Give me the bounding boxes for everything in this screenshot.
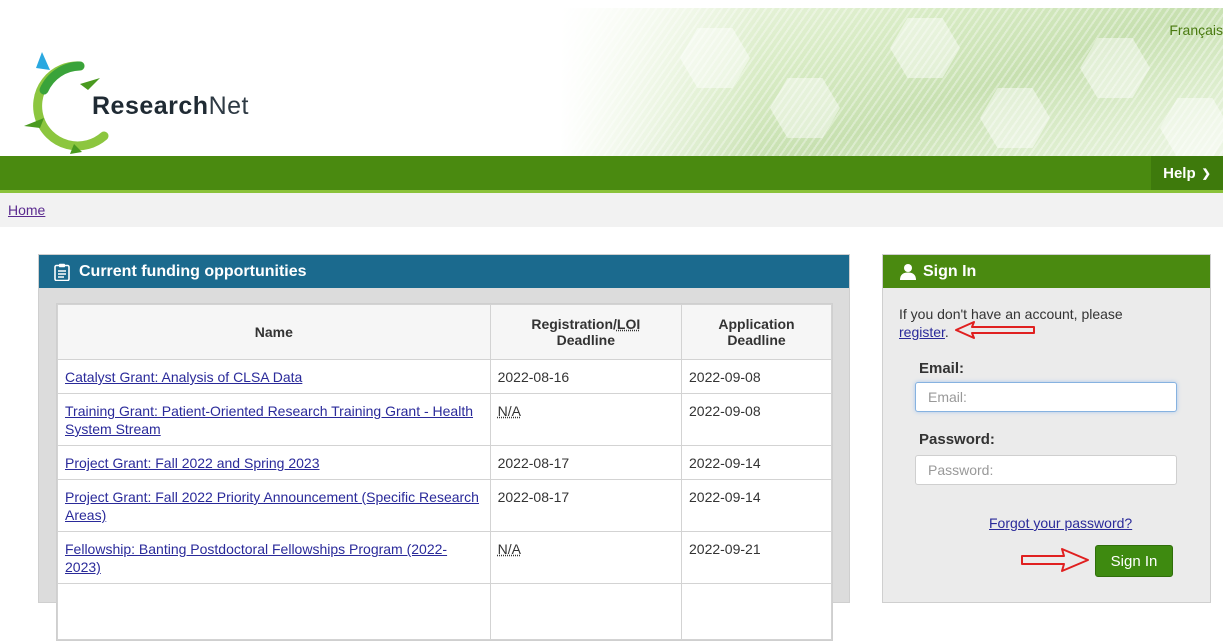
banner-hexagon — [680, 28, 750, 88]
cell-name: Project Grant: Fall 2022 and Spring 2023 — [57, 445, 491, 480]
cell-name: Fellowship: Banting Postdoctoral Fellows… — [57, 531, 491, 584]
table-row — [57, 583, 832, 640]
forgot-password-link[interactable]: Forgot your password? — [989, 515, 1132, 531]
annotation-arrow-left-icon — [955, 321, 1035, 339]
sign-in-panel-header: Sign In — [883, 255, 1210, 288]
column-header-name[interactable]: Name — [57, 304, 491, 360]
sign-in-button[interactable]: Sign In — [1095, 545, 1173, 577]
chevron-down-icon: ❯ — [1201, 167, 1211, 180]
opportunity-link[interactable]: Fellowship: Banting Postdoctoral Fellows… — [65, 541, 447, 575]
table-header-row: Name Registration/LOI Deadline Applicati… — [57, 304, 832, 360]
opportunity-link[interactable]: Project Grant: Fall 2022 and Spring 2023 — [65, 455, 320, 471]
table-row: Training Grant: Patient-Oriented Researc… — [57, 393, 832, 446]
table-row: Fellowship: Banting Postdoctoral Fellows… — [57, 531, 832, 584]
cell-name: Training Grant: Patient-Oriented Researc… — [57, 393, 491, 446]
table-row: Catalyst Grant: Analysis of CLSA Data 20… — [57, 359, 832, 394]
opportunity-link[interactable]: Training Grant: Patient-Oriented Researc… — [65, 403, 473, 437]
cell-registration-deadline: 2022-08-17 — [489, 479, 683, 532]
opportunity-link[interactable]: Catalyst Grant: Analysis of CLSA Data — [65, 369, 302, 385]
logo-word-net: Net — [208, 92, 249, 120]
table-row: Project Grant: Fall 2022 and Spring 2023… — [57, 445, 832, 480]
sign-in-panel-title: Sign In — [923, 262, 977, 280]
email-label: Email: — [919, 360, 965, 377]
cell-registration-deadline: 2022-08-17 — [489, 445, 683, 480]
logo-word-research: Research — [92, 92, 209, 120]
table-row: Project Grant: Fall 2022 Priority Announ… — [57, 479, 832, 532]
cell-registration-deadline: 2022-08-16 — [489, 359, 683, 394]
logo-wordmark: ResearchNet — [92, 92, 249, 121]
cell-name: Catalyst Grant: Analysis of CLSA Data — [57, 359, 491, 394]
funding-table: Name Registration/LOI Deadline Applicati… — [57, 304, 832, 640]
cell-name: Project Grant: Fall 2022 Priority Announ… — [57, 479, 491, 532]
cell-registration-deadline: N/A — [489, 393, 683, 446]
cell-application-deadline: 2022-09-08 — [681, 359, 832, 394]
site-header: Français ResearchNet — [0, 8, 1223, 156]
cell-application-deadline: 2022-09-21 — [681, 531, 832, 584]
cell-application-deadline: 2022-09-14 — [681, 479, 832, 532]
breadcrumb-home-link[interactable]: Home — [8, 202, 45, 218]
language-toggle-link[interactable]: Français — [1169, 22, 1223, 38]
cell-registration-deadline — [489, 583, 683, 640]
cell-application-deadline — [681, 583, 832, 640]
banner-hexagon — [980, 88, 1050, 148]
annotation-arrow-right-icon — [1021, 548, 1089, 572]
banner-hexagon — [1080, 38, 1150, 98]
user-icon — [900, 263, 916, 280]
register-link[interactable]: register — [899, 324, 945, 340]
column-header-registration-deadline[interactable]: Registration/LOI Deadline — [489, 304, 683, 360]
column-header-application-deadline[interactable]: Application Deadline — [681, 304, 832, 360]
breadcrumb: Home — [0, 193, 1223, 227]
password-label: Password: — [919, 431, 995, 448]
funding-panel-title: Current funding opportunities — [79, 262, 307, 280]
register-prompt: If you don't have an account, please reg… — [899, 306, 1123, 340]
banner-hexagon — [1160, 98, 1223, 156]
funding-panel-header: Current funding opportunities — [39, 255, 849, 288]
opportunity-link[interactable]: Project Grant: Fall 2022 Priority Announ… — [65, 489, 479, 523]
cell-registration-deadline: N/A — [489, 531, 683, 584]
cell-name — [57, 583, 491, 640]
main-navbar: Help ❯ — [0, 156, 1223, 193]
header-banner-image — [560, 8, 1223, 156]
cell-application-deadline: 2022-09-14 — [681, 445, 832, 480]
help-menu-button[interactable]: Help ❯ — [1151, 156, 1223, 190]
researchnet-logo[interactable]: ResearchNet — [22, 48, 262, 156]
funding-table-container[interactable]: Name Registration/LOI Deadline Applicati… — [56, 303, 833, 641]
clipboard-icon — [54, 263, 70, 281]
banner-hexagon — [890, 18, 960, 78]
funding-opportunities-panel: Current funding opportunities Name Regis… — [38, 254, 850, 641]
help-label: Help — [1163, 164, 1196, 182]
banner-hexagon — [770, 78, 840, 138]
cell-application-deadline: 2022-09-08 — [681, 393, 832, 446]
loi-abbreviation: LOI — [616, 316, 641, 332]
password-field[interactable] — [915, 455, 1177, 485]
email-field[interactable] — [915, 382, 1177, 412]
